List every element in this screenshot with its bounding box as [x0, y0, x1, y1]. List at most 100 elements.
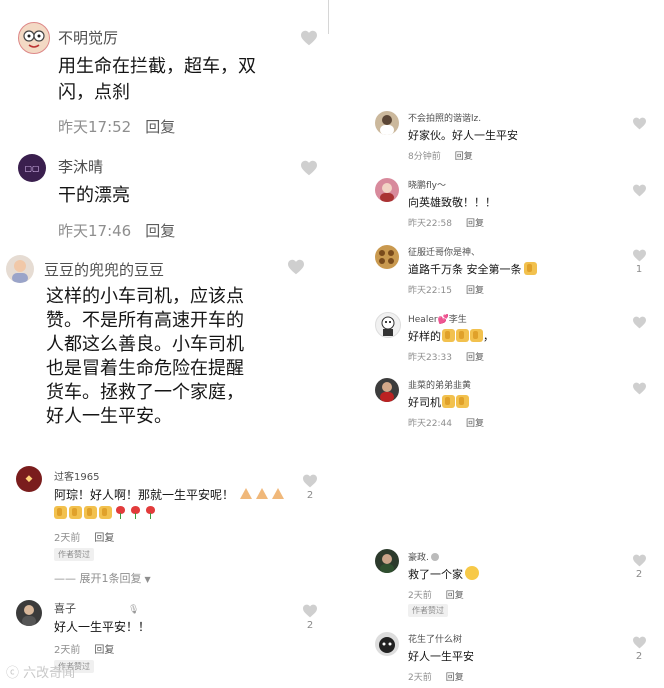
reply-button[interactable]: 回复: [466, 419, 484, 429]
thumbs-up-emoji-icon: [523, 262, 537, 275]
comment-text: 这样的小车司机，应该点 赞。不是所有高速开车的 人都这么善良。小车司机 也是冒着…: [46, 285, 244, 429]
watermark-logo-icon: ⓒ: [6, 666, 20, 681]
right-comment-list[interactable]: 不会拍照的谐谐lz. 好家伙。好人一生平安 8分钟前 回复 晓鹏fly～ 向英雄致…: [338, 0, 664, 688]
comment-time: 昨天17:52: [58, 118, 132, 136]
comment-meta: 昨天22:44 回复: [408, 416, 484, 429]
avatar[interactable]: [6, 255, 34, 283]
comment-line: 好人一生平安。: [46, 406, 172, 427]
microphone-icon: 🎙: [128, 605, 140, 615]
comment-line: 救了一个家: [408, 568, 463, 581]
reply-button[interactable]: 回复: [94, 533, 114, 544]
commenter-name[interactable]: 韭菜的弟弟韭黄: [408, 378, 471, 391]
avatar-food-icon: [379, 250, 394, 264]
comment-text: 好家伙。好人一生平安: [408, 129, 518, 142]
author-liked-badge: 作者赞过: [54, 548, 94, 561]
comment-line: 人都这么善良。小车司机: [46, 334, 244, 355]
like-heart-icon[interactable]: [302, 474, 318, 488]
commenter-name[interactable]: 征服迁哥你是神、: [408, 245, 480, 258]
like-heart-icon[interactable]: [632, 249, 647, 262]
avatar-photo-icon: [380, 115, 394, 135]
thumbs-up-emoji-icon: [442, 329, 455, 342]
like-heart-icon[interactable]: [287, 259, 305, 275]
comment-line: 用生命在拦截，超车，双: [58, 56, 256, 77]
like-heart-icon[interactable]: [300, 30, 318, 46]
comment-text: 向英雄致敬！！！: [408, 196, 496, 209]
commenter-name[interactable]: 李沐晴: [58, 156, 103, 177]
avatar-cartoon-face: [23, 30, 45, 48]
expand-replies-label: —— 展开1条回复: [54, 572, 142, 585]
watermark: ⓒ 六改奇闻: [6, 662, 75, 681]
commenter-name[interactable]: 喜子 🎙: [54, 600, 139, 616]
comment-line: 也是冒着生命危险在提醒: [46, 358, 244, 379]
commenter-name[interactable]: 过客1965: [54, 468, 99, 483]
avatar[interactable]: [375, 378, 399, 402]
commenter-name[interactable]: 豆豆的兜兜的豆豆: [44, 259, 164, 280]
comment-text: 好人一生平安！！: [54, 618, 150, 635]
avatar-photo-icon: [380, 554, 394, 573]
like-heart-icon[interactable]: [632, 184, 647, 197]
commenter-name-text: 喜子: [54, 602, 76, 615]
reply-button[interactable]: 回复: [145, 118, 175, 136]
comment-line: 阿琮！好人啊！那就一生平安呢！: [54, 488, 235, 502]
avatar[interactable]: [375, 549, 399, 573]
like-heart-icon[interactable]: [632, 382, 647, 395]
comment-item: 韭菜的弟弟韭黄 好司机 昨天22:44 回复: [338, 373, 664, 435]
like-heart-icon[interactable]: [632, 554, 647, 567]
avatar[interactable]: ▢▢: [18, 154, 46, 182]
commenter-name-text: 豪政.: [408, 553, 429, 563]
like-count: 1: [635, 264, 643, 275]
pray-emoji-icon: [255, 487, 269, 500]
avatar-badge-icon: ▢▢: [24, 163, 40, 173]
reply-button[interactable]: 回复: [145, 222, 175, 240]
commenter-name[interactable]: 花生了什么树: [408, 632, 462, 645]
comment-time: 昨天22:58: [408, 219, 452, 229]
commenter-name[interactable]: 豪政.: [408, 550, 439, 563]
emoji-row: [54, 506, 157, 519]
comment-text: 救了一个家: [408, 566, 479, 582]
reply-button[interactable]: 回复: [466, 219, 484, 229]
like-heart-icon[interactable]: [302, 604, 318, 618]
left-comment-list[interactable]: 不明觉厉 用生命在拦截，超车，双 闪，点刹 昨天17:52 回复 ▢▢ 李沐晴 干…: [0, 0, 330, 688]
comment-text: 阿琮！好人啊！那就一生平安呢！: [54, 486, 234, 503]
thumbs-up-emoji-icon: [442, 395, 455, 408]
avatar-photo-icon: [380, 183, 394, 202]
comment-text: 道路千万条 安全第一条: [408, 261, 537, 277]
avatar[interactable]: [375, 178, 399, 202]
comment-time: 8分钟前: [408, 152, 441, 162]
emoji-row: [239, 487, 285, 500]
comment-item: Healer💕李生 好样的 ， 昨天23:33 回复: [338, 307, 664, 369]
commenter-name[interactable]: 不明觉厉: [58, 27, 118, 48]
avatar-pet-icon: [379, 637, 395, 653]
like-heart-icon[interactable]: [632, 636, 647, 649]
avatar[interactable]: [16, 600, 42, 626]
reply-button[interactable]: 回复: [94, 645, 114, 656]
expand-replies-button[interactable]: —— 展开1条回复 ▼: [54, 570, 151, 586]
like-count: 2: [635, 569, 643, 580]
like-count: 2: [306, 620, 314, 631]
like-heart-icon[interactable]: [632, 117, 647, 130]
reply-button[interactable]: 回复: [466, 286, 484, 296]
avatar[interactable]: [18, 22, 50, 54]
commenter-name[interactable]: 不会拍照的谐谐lz.: [408, 111, 481, 124]
comment-item: 不会拍照的谐谐lz. 好家伙。好人一生平安 8分钟前 回复: [338, 106, 664, 168]
pray-emoji-icon: [271, 487, 285, 500]
commenter-name[interactable]: Healer💕李生: [408, 312, 467, 325]
like-heart-icon[interactable]: [632, 316, 647, 329]
comment-text: 好人一生平安: [408, 650, 474, 663]
reply-button[interactable]: 回复: [446, 673, 464, 683]
watermark-text: 六改奇闻: [23, 666, 76, 681]
avatar[interactable]: [375, 312, 401, 338]
like-heart-icon[interactable]: [300, 160, 318, 176]
comment-text: 好司机: [408, 394, 469, 410]
avatar[interactable]: [375, 111, 399, 135]
reply-button[interactable]: 回复: [446, 591, 464, 601]
commenter-name[interactable]: 晓鹏fly～: [408, 178, 446, 191]
avatar[interactable]: [375, 245, 399, 269]
comment-item: 花生了什么树 好人一生平安 2天前 回复 2: [338, 627, 664, 688]
avatar[interactable]: ◆: [16, 466, 42, 492]
comment-meta: 昨天23:33 回复: [408, 350, 484, 363]
avatar[interactable]: [375, 632, 399, 656]
reply-button[interactable]: 回复: [455, 152, 473, 162]
reply-button[interactable]: 回复: [466, 353, 484, 363]
status-dot-icon: [430, 553, 439, 561]
